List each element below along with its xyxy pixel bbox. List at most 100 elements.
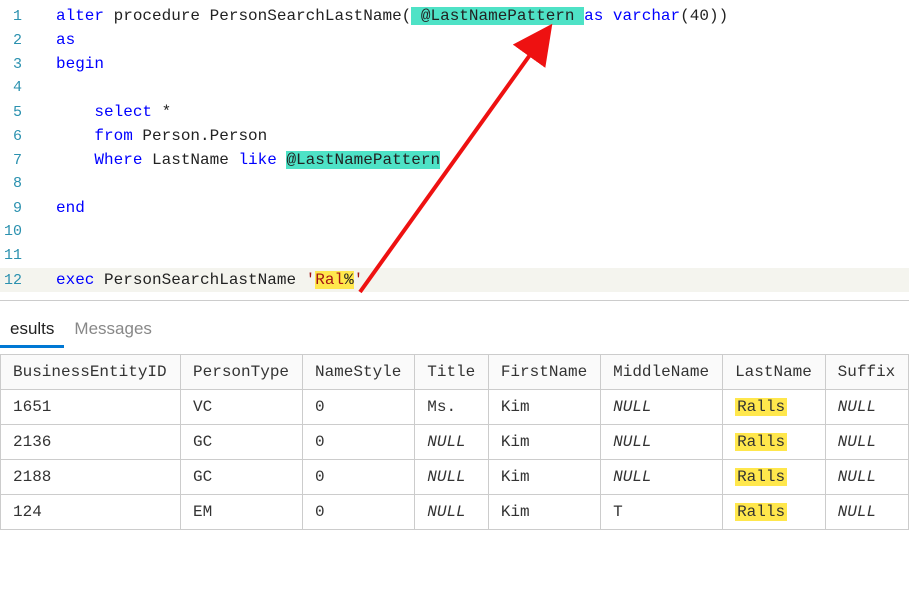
code-line[interactable]: 12exec PersonSearchLastName 'Ral%' (0, 268, 909, 292)
table-cell[interactable]: NULL (601, 425, 723, 460)
code-content[interactable]: alter procedure PersonSearchLastName( @L… (34, 4, 909, 28)
code-content[interactable]: begin (34, 52, 909, 76)
table-cell[interactable]: NULL (415, 495, 489, 530)
table-cell[interactable]: VC (181, 390, 303, 425)
tab-messages[interactable]: Messages (64, 313, 161, 348)
table-cell[interactable]: Ms. (415, 390, 489, 425)
token: 40 (690, 7, 709, 25)
table-row[interactable]: 2136GC0NULLKimNULLRallsNULL (1, 425, 909, 460)
token: Ral (315, 271, 344, 289)
table-cell[interactable]: GC (181, 460, 303, 495)
token: alter (56, 7, 104, 25)
code-content[interactable]: end (34, 196, 909, 220)
column-header[interactable]: LastName (723, 355, 826, 390)
table-row[interactable]: 124EM0NULLKimTRallsNULL (1, 495, 909, 530)
line-number: 10 (0, 220, 34, 244)
token: from (94, 127, 132, 145)
token: exec (56, 271, 94, 289)
table-row[interactable]: 2188GC0NULLKimNULLRallsNULL (1, 460, 909, 495)
token: LastName (142, 151, 238, 169)
column-header[interactable]: BusinessEntityID (1, 355, 181, 390)
table-cell[interactable]: 124 (1, 495, 181, 530)
code-content[interactable]: select * (34, 100, 909, 124)
table-cell[interactable]: Kim (488, 460, 600, 495)
table-cell[interactable]: 2188 (1, 460, 181, 495)
highlighted-value: Ralls (735, 398, 787, 416)
token: select (94, 103, 152, 121)
table-cell[interactable]: 0 (302, 495, 414, 530)
code-content[interactable]: exec PersonSearchLastName 'Ral%' (34, 268, 909, 292)
code-line[interactable]: 11 (0, 244, 909, 268)
code-line[interactable]: 1alter procedure PersonSearchLastName( @… (0, 4, 909, 28)
token: @LastNamePatt (286, 151, 411, 169)
token (56, 103, 94, 121)
token: % (344, 271, 354, 289)
table-cell[interactable]: NULL (825, 495, 908, 530)
token: ) (719, 7, 729, 25)
table-cell[interactable]: 1651 (1, 390, 181, 425)
table-cell[interactable]: NULL (601, 390, 723, 425)
table-cell[interactable]: 2136 (1, 425, 181, 460)
table-cell[interactable]: NULL (415, 460, 489, 495)
column-header[interactable]: FirstName (488, 355, 600, 390)
column-header[interactable]: Suffix (825, 355, 908, 390)
results-grid[interactable]: BusinessEntityIDPersonTypeNameStyleTitle… (0, 354, 909, 530)
code-line[interactable]: 9 end (0, 196, 909, 220)
code-line[interactable]: 8 (0, 172, 909, 196)
token: ( (680, 7, 690, 25)
code-content[interactable]: from Person.Person (34, 124, 909, 148)
table-cell[interactable]: GC (181, 425, 303, 460)
table-cell[interactable]: NULL (825, 425, 908, 460)
table-row[interactable]: 1651VC0Ms.KimNULLRallsNULL (1, 390, 909, 425)
tab-results[interactable]: esults (0, 313, 64, 348)
table-cell[interactable]: NULL (601, 460, 723, 495)
highlighted-value: Ralls (735, 503, 787, 521)
token: ( (402, 7, 412, 25)
table-cell[interactable]: Ralls (723, 390, 826, 425)
line-number: 2 (0, 29, 34, 53)
token (277, 151, 287, 169)
code-content[interactable]: as (34, 28, 909, 52)
table-cell[interactable]: EM (181, 495, 303, 530)
column-header[interactable]: Title (415, 355, 489, 390)
table-cell[interactable]: Kim (488, 495, 600, 530)
line-number: 11 (0, 244, 34, 268)
column-header[interactable]: PersonType (181, 355, 303, 390)
token: PersonSearchLastName (94, 271, 305, 289)
code-line[interactable]: 7 Where LastName like @LastNamePattern (0, 148, 909, 172)
code-line[interactable]: 3begin (0, 52, 909, 76)
token: Person (210, 127, 268, 145)
sql-editor[interactable]: 1alter procedure PersonSearchLastName( @… (0, 0, 909, 301)
code-content[interactable]: Where LastName like @LastNamePattern (34, 148, 909, 172)
token: procedure (104, 7, 210, 25)
line-number: 5 (0, 101, 34, 125)
token: as (56, 31, 75, 49)
code-line[interactable]: 2 as (0, 28, 909, 52)
table-cell[interactable]: T (601, 495, 723, 530)
table-cell[interactable]: Ralls (723, 460, 826, 495)
line-number: 9 (0, 197, 34, 221)
table-cell[interactable]: NULL (825, 390, 908, 425)
token: * (152, 103, 171, 121)
column-header[interactable]: MiddleName (601, 355, 723, 390)
code-line[interactable]: 10 (0, 220, 909, 244)
results-tabs: esults Messages (0, 301, 909, 348)
table-cell[interactable]: Ralls (723, 425, 826, 460)
code-line[interactable]: 4 (0, 76, 909, 100)
token: . (200, 127, 210, 145)
table-cell[interactable]: Ralls (723, 495, 826, 530)
code-line[interactable]: 6 from Person.Person (0, 124, 909, 148)
table-cell[interactable]: NULL (415, 425, 489, 460)
table-cell[interactable]: 0 (302, 425, 414, 460)
table-cell[interactable]: Kim (488, 425, 600, 460)
table-cell[interactable]: 0 (302, 460, 414, 495)
table-cell[interactable]: Kim (488, 390, 600, 425)
line-number: 1 (0, 5, 34, 29)
table-cell[interactable]: NULL (825, 460, 908, 495)
table-cell[interactable]: 0 (302, 390, 414, 425)
code-line[interactable]: 5 select * (0, 100, 909, 124)
line-number: 4 (0, 76, 34, 100)
column-header[interactable]: NameStyle (302, 355, 414, 390)
highlighted-value: Ralls (735, 468, 787, 486)
token: end (56, 199, 85, 217)
